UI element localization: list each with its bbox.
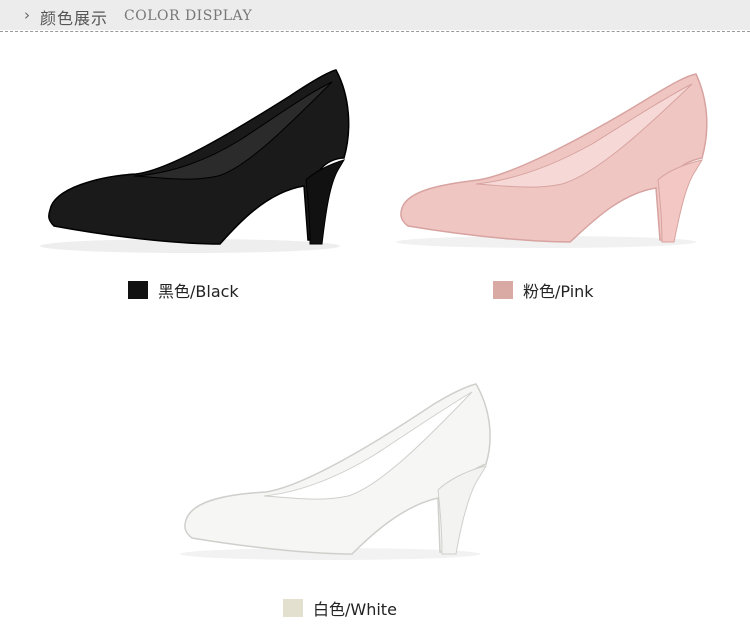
color-swatch-black: [128, 281, 148, 299]
shoe-image-black: [40, 69, 350, 253]
color-option-pink: 粉色/Pink: [493, 280, 594, 301]
color-label-white: 白色/White: [313, 600, 397, 619]
color-option-black: 黑色/Black: [128, 280, 239, 301]
shoe-image-white: [180, 383, 491, 560]
color-label-pink: 粉色/Pink: [523, 282, 594, 301]
color-option-white: 白色/White: [283, 598, 397, 619]
section-title-cn: 颜色展示: [40, 9, 109, 28]
color-swatch-white: [283, 599, 303, 617]
section-title-en: COLOR DISPLAY: [124, 8, 253, 24]
color-swatch-pink: [493, 281, 513, 299]
section-header: › 颜色展示 COLOR DISPLAY: [0, 0, 750, 30]
shoe-image-pink: [396, 73, 708, 248]
dashed-divider: [0, 31, 750, 32]
chevron-right-icon: ›: [24, 6, 30, 24]
color-label-black: 黑色/Black: [158, 282, 239, 301]
